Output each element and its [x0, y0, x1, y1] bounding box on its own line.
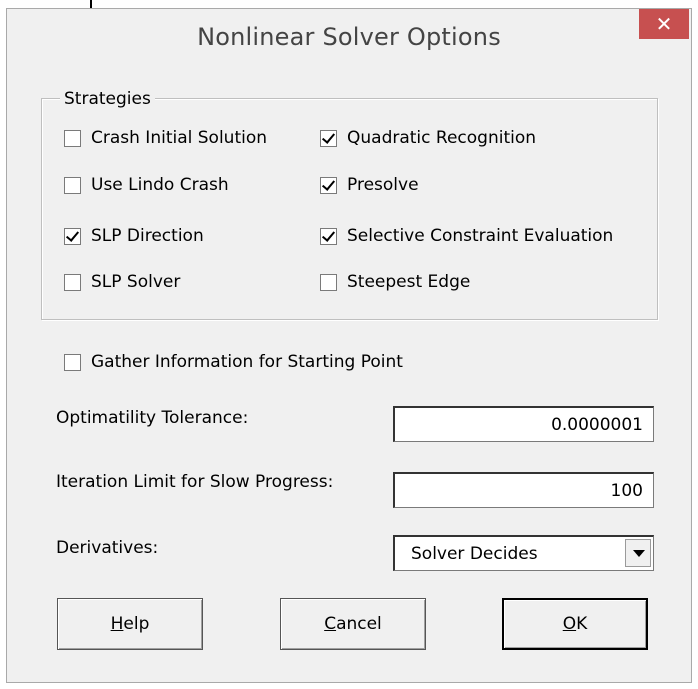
checkmark-icon[interactable]: [320, 227, 337, 245]
optimality-tolerance-input[interactable]: 0.0000001: [393, 406, 654, 442]
checkbox-label: SLP Solver: [91, 272, 181, 292]
checkbox-slp-direction[interactable]: SLP Direction: [64, 224, 204, 248]
help-hotkey: H: [110, 614, 124, 634]
checkbox-box[interactable]: [64, 129, 81, 147]
checkbox-presolve[interactable]: Presolve: [320, 173, 419, 197]
checkbox-crash-initial-solution[interactable]: Crash Initial Solution: [64, 126, 267, 150]
derivatives-select[interactable]: Solver Decides: [393, 535, 654, 571]
iteration-limit-input[interactable]: 100: [393, 472, 654, 508]
checkbox-label: Gather Information for Starting Point: [91, 352, 403, 372]
help-label: elp: [123, 614, 150, 634]
help-button[interactable]: Help: [57, 598, 203, 650]
dialog-client-area: Strategies Crash Initial Solution Use Li…: [0, 0, 698, 689]
derivatives-label: Derivatives:: [56, 538, 159, 558]
checkbox-slp-solver[interactable]: SLP Solver: [64, 270, 180, 294]
derivatives-selected-value: Solver Decides: [411, 544, 538, 564]
checkbox-box[interactable]: [320, 273, 337, 291]
chevron-down-icon[interactable]: [625, 539, 651, 567]
checkbox-use-lindo-crash[interactable]: Use Lindo Crash: [64, 173, 229, 197]
checkmark-icon[interactable]: [320, 176, 337, 194]
strategies-legend: Strategies: [60, 89, 155, 109]
checkbox-steepest-edge[interactable]: Steepest Edge: [320, 270, 470, 294]
cancel-label: ancel: [336, 614, 382, 634]
checkbox-label: Quadratic Recognition: [347, 128, 537, 148]
ok-button[interactable]: OK: [502, 598, 648, 650]
checkbox-gather-information[interactable]: Gather Information for Starting Point: [64, 350, 403, 374]
checkbox-label: Steepest Edge: [347, 272, 471, 292]
checkbox-label: Selective Constraint Evaluation: [347, 226, 614, 246]
cancel-button[interactable]: Cancel: [280, 598, 426, 650]
checkbox-label: Use Lindo Crash: [91, 175, 229, 195]
iteration-limit-label: Iteration Limit for Slow Progress:: [56, 472, 334, 492]
ok-hotkey: O: [562, 614, 577, 634]
cancel-hotkey: C: [324, 614, 337, 634]
checkbox-box[interactable]: [64, 273, 81, 291]
checkbox-quadratic-recognition[interactable]: Quadratic Recognition: [320, 126, 536, 150]
checkbox-box[interactable]: [64, 353, 81, 371]
checkbox-label: Presolve: [347, 175, 419, 195]
checkmark-icon[interactable]: [320, 129, 337, 147]
optimality-tolerance-label: Optimatility Tolerance:: [56, 408, 249, 428]
checkmark-icon[interactable]: [64, 227, 81, 245]
checkbox-label: SLP Direction: [91, 226, 204, 246]
ok-label: K: [576, 614, 588, 634]
checkbox-box[interactable]: [64, 176, 81, 194]
checkbox-selective-constraint-evaluation[interactable]: Selective Constraint Evaluation: [320, 224, 613, 248]
checkbox-label: Crash Initial Solution: [91, 128, 268, 148]
